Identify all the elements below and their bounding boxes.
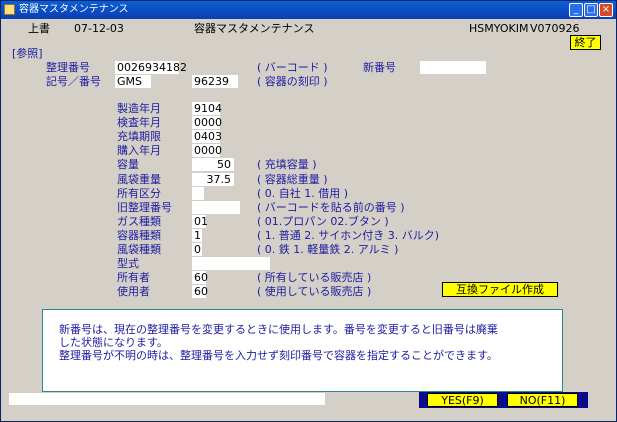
title-bar[interactable]: 容器マスタメンテナンス _ □ × (1, 1, 616, 19)
field-note: ( 所有している販売店 ) (257, 271, 372, 284)
field-input[interactable]: 9104 (192, 102, 222, 115)
field-input[interactable]: 50 (192, 158, 234, 171)
field-label: 風袋重量 (117, 173, 161, 186)
compat-file-button[interactable]: 互換ファイル作成 (442, 282, 558, 297)
field-input[interactable]: 37.5 (192, 173, 234, 186)
field-label: 型式 (117, 257, 139, 270)
field-note: ( バーコードを貼る前の番号 ) (257, 201, 405, 214)
field-input[interactable]: 0403 (192, 130, 222, 143)
header-date: 07-12-03 (74, 22, 124, 35)
field-note: ( 1. 普通 2. サイホン付き 3. バルク) (257, 229, 440, 242)
field-label: 容器種類 (117, 229, 161, 242)
no-button[interactable]: NO(F11) (507, 393, 578, 407)
kigou-note: ( 容器の刻印 ) (257, 75, 328, 88)
field-input[interactable] (192, 201, 240, 214)
minimize-button[interactable]: _ (569, 3, 583, 17)
field-note: ( 容器総重量 ) (257, 173, 328, 186)
field-input[interactable] (192, 187, 204, 200)
field-input[interactable]: 60 (192, 285, 208, 298)
field-note: ( 01.プロパン 02.ブタン ) (257, 215, 389, 228)
field-input[interactable]: 60 (192, 271, 208, 284)
field-note: ( 充填容量 ) (257, 158, 317, 171)
new-number-label: 新番号 (363, 61, 396, 74)
field-label: 使用者 (117, 285, 150, 298)
kigou-input[interactable]: GMS (115, 75, 151, 88)
program-id: HSMYOKIM (469, 22, 529, 35)
seiri-note: ( バーコード ) (257, 61, 328, 74)
form-area: 上書 07-12-03 容器マスタメンテナンス HSMYOKIM V070926… (4, 20, 613, 416)
status-bar (9, 393, 325, 405)
seiri-label: 整理番号 (46, 61, 90, 74)
seiri-input[interactable]: 0026934182 (115, 61, 187, 74)
section-label: [参照] (12, 47, 43, 60)
help-note-line: 新番号は、現在の整理番号を変更するときに使用します。番号を変更すると旧番号は廃棄 (59, 323, 498, 336)
help-note-line: した状態になります。 (59, 336, 168, 349)
close-button[interactable]: × (599, 3, 613, 17)
field-note: ( 使用している販売店 ) (257, 285, 372, 298)
new-number-input[interactable] (420, 61, 486, 74)
bangou-input[interactable]: 96239 (192, 75, 238, 88)
field-label: 購入年月 (117, 144, 161, 157)
field-label: 所有区分 (117, 187, 161, 200)
field-note: ( 0. 自社 1. 借用 ) (257, 187, 349, 200)
field-input[interactable]: 0000 (192, 144, 222, 157)
field-label: 製造年月 (117, 102, 161, 115)
edit-mode: 上書 (28, 22, 50, 35)
field-label: 容量 (117, 158, 139, 171)
help-note-line: 整理番号が不明の時は、整理番号を入力せず刻印番号で容器を指定することができます。 (59, 349, 498, 362)
field-input[interactable]: 1 (192, 229, 202, 242)
field-label: 風袋種類 (117, 243, 161, 256)
kigou-label: 記号／番号 (46, 75, 101, 88)
field-input[interactable] (192, 257, 270, 270)
field-note: ( 0. 鉄 1. 軽量鉄 2. アルミ ) (257, 243, 399, 256)
screen-title: 容器マスタメンテナンス (194, 22, 315, 35)
program-version: V070926 (530, 22, 580, 35)
field-input[interactable]: 01 (192, 215, 208, 228)
field-label: 検査年月 (117, 116, 161, 129)
maximize-button[interactable]: □ (584, 3, 598, 17)
field-input[interactable]: 0 (192, 243, 202, 256)
application-window: 容器マスタメンテナンス _ □ × 上書 07-12-03 容器マスタメンテナン… (0, 0, 617, 422)
help-note-box: 新番号は、現在の整理番号を変更するときに使用します。番号を変更すると旧番号は廃棄… (42, 309, 563, 392)
field-label: ガス種類 (117, 215, 161, 228)
yes-button[interactable]: YES(F9) (427, 393, 498, 407)
field-label: 旧整理番号 (117, 201, 172, 214)
window-title: 容器マスタメンテナンス (19, 4, 129, 15)
exit-button[interactable]: 終了 (570, 35, 601, 50)
field-label: 所有者 (117, 271, 150, 284)
app-icon (4, 4, 15, 15)
field-input[interactable]: 0000 (192, 116, 222, 129)
field-label: 充填期限 (117, 130, 161, 143)
